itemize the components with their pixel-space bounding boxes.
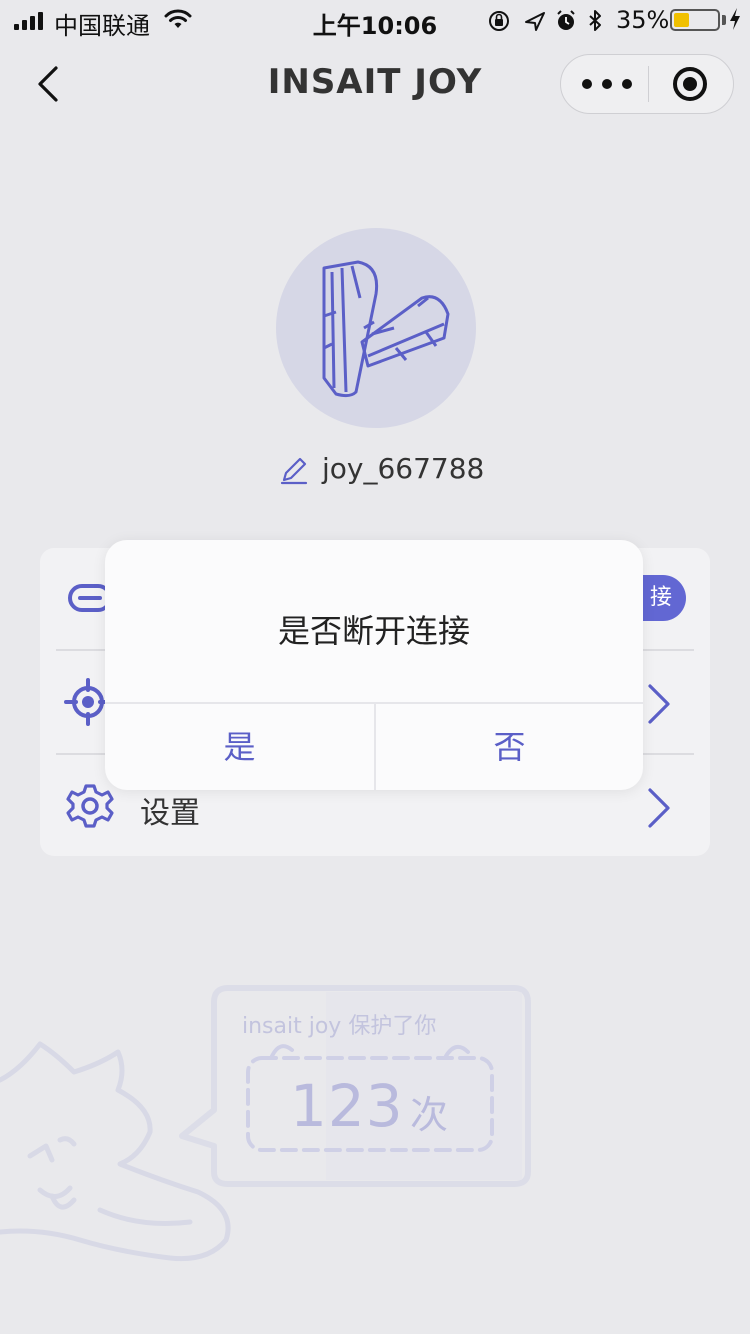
- dialog-no-button[interactable]: 否: [376, 704, 643, 790]
- location-icon: [525, 12, 545, 31]
- bluetooth-icon: [589, 10, 601, 31]
- dialog-title: 是否断开连接: [277, 612, 470, 650]
- battery-icon: [670, 9, 720, 31]
- dialog-yes-button[interactable]: 是: [105, 704, 374, 790]
- chevron-right-icon[interactable]: [644, 682, 674, 726]
- chevron-right-icon[interactable]: [644, 786, 674, 830]
- battery-fill: [674, 13, 689, 27]
- status-icons-group: [489, 10, 601, 31]
- capsule-divider: [648, 66, 649, 102]
- protection-caption: insait joy 保护了你: [242, 1014, 437, 1039]
- protection-count: 123: [290, 1072, 404, 1140]
- alarm-icon: [557, 10, 575, 30]
- rotation-lock-icon: [489, 11, 509, 31]
- more-dots-icon[interactable]: [565, 56, 645, 112]
- status-bar: 中国联通 上午10:06 35%: [0, 0, 750, 40]
- battery-percent: 35%: [616, 6, 670, 34]
- charging-bolt-icon: [730, 8, 740, 30]
- battery-tip: [722, 15, 726, 25]
- insait-logo-icon: [322, 260, 450, 398]
- confirm-dialog: 是否断开连接 是 否: [105, 540, 643, 790]
- edit-pencil-icon[interactable]: [278, 454, 310, 486]
- settings-label: 设置: [140, 796, 200, 831]
- protection-count-unit: 次: [410, 1093, 449, 1137]
- username-label: joy_667788: [322, 452, 485, 485]
- avatar: [276, 228, 476, 428]
- close-target-icon[interactable]: [652, 56, 730, 112]
